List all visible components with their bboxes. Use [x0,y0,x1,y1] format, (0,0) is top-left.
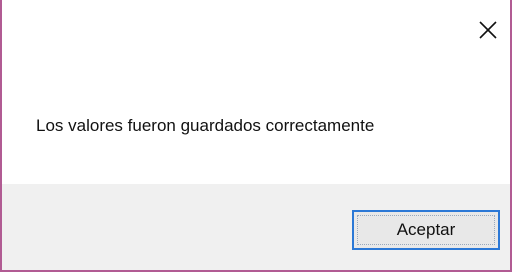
dialog-message: Los valores fueron guardados correctamen… [36,116,375,135]
close-icon [479,21,497,39]
accept-button[interactable]: Aceptar [352,210,500,250]
close-button[interactable] [476,18,500,42]
accept-button-label: Aceptar [396,220,456,239]
message-dialog: Los valores fueron guardados correctamen… [0,0,512,272]
